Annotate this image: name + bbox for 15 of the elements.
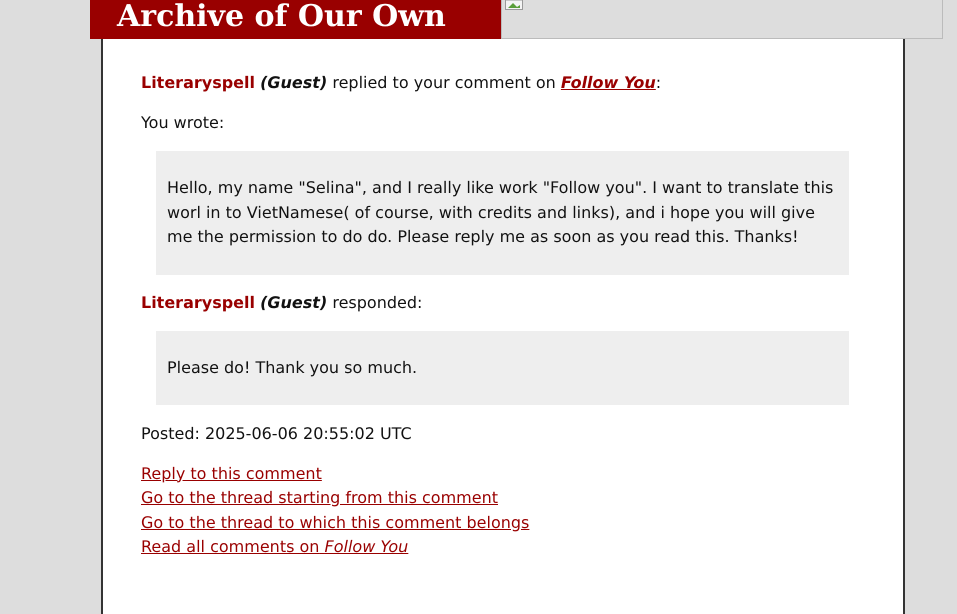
reply-text: Please do! Thank you so much.	[167, 356, 418, 378]
notification-text: Literaryspell (Guest) replied to your comment on Follow You:	[141, 72, 662, 94]
work-link[interactable]: Follow You	[560, 73, 656, 92]
comment-text: Hello, my name "Selina", and I really like work "Follow you". I want to translate this worl in to VietNamese( of course, with credits and links), and i hope you will give me the permission to do do. Please reply me as soon as you read this. Thanks!	[167, 177, 834, 248]
comment-action-link[interactable]: Read all comments on Follow You	[141, 535, 408, 560]
comment-action-link[interactable]: Reply to this comment	[141, 462, 322, 486]
commenter-link[interactable]: Literaryspell	[141, 292, 255, 312]
comment-action-link[interactable]: Go to the thread starting from this comment	[141, 486, 498, 510]
site-logo[interactable]: Archive of Our Own	[117, 0, 446, 34]
commenter-link[interactable]: Literaryspell	[141, 73, 255, 92]
comment-action-link[interactable]: Go to the thread to which this comment belongs	[141, 510, 530, 535]
you-wrote-label: You wrote:	[141, 112, 226, 134]
posted-date: Posted: 2025-06-06 20:55:02 UTC	[141, 422, 413, 444]
broken-image-icon	[505, 0, 523, 10]
response-heading: Literaryspell (Guest) responded:	[141, 292, 424, 314]
